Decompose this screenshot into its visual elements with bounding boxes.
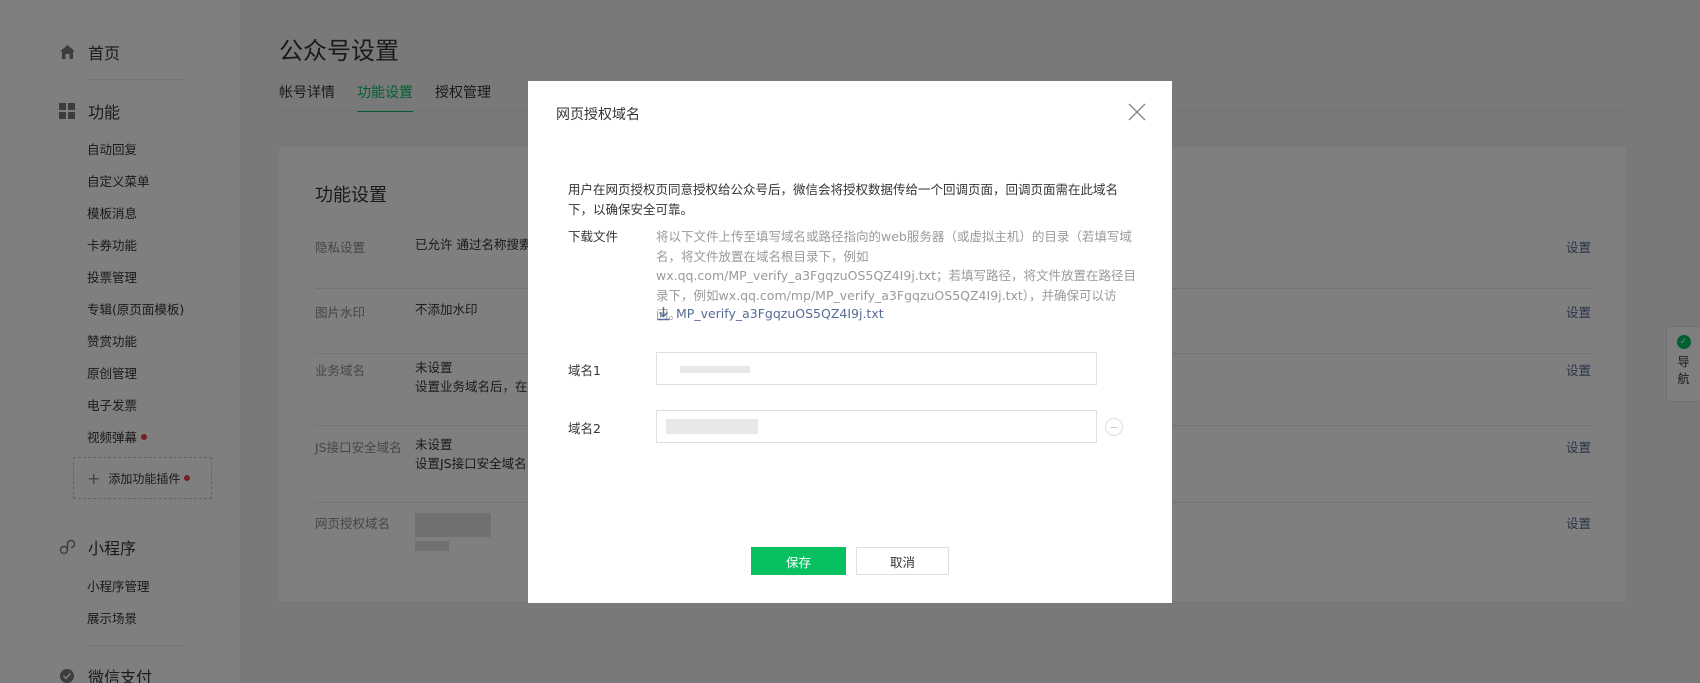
remove-domain-icon[interactable]: − — [1105, 418, 1123, 436]
dialog-description: 用户在网页授权页同意授权给公众号后，微信会将授权数据传给一个回调页面，回调页面需… — [568, 182, 1119, 217]
close-icon[interactable] — [1126, 101, 1148, 123]
redacted-domain — [680, 366, 750, 373]
download-label: 下载文件 — [568, 229, 619, 244]
dialog-title: 网页授权域名 — [556, 107, 640, 123]
redacted-domain — [666, 419, 758, 434]
save-button[interactable]: 保存 — [751, 547, 846, 575]
download-icon — [657, 307, 670, 321]
domain1-label: 域名1 — [568, 363, 601, 378]
oauth-domain-dialog: 网页授权域名 用户在网页授权页同意授权给公众号后，微信会将授权数据传给一个回调页… — [528, 81, 1172, 603]
domain2-label: 域名2 — [568, 421, 601, 436]
download-file-name: MP_verify_a3FgqzuOS5QZ4I9j.txt — [676, 306, 884, 321]
cancel-button[interactable]: 取消 — [856, 547, 949, 575]
download-file-link[interactable]: MP_verify_a3FgqzuOS5QZ4I9j.txt — [656, 306, 884, 321]
